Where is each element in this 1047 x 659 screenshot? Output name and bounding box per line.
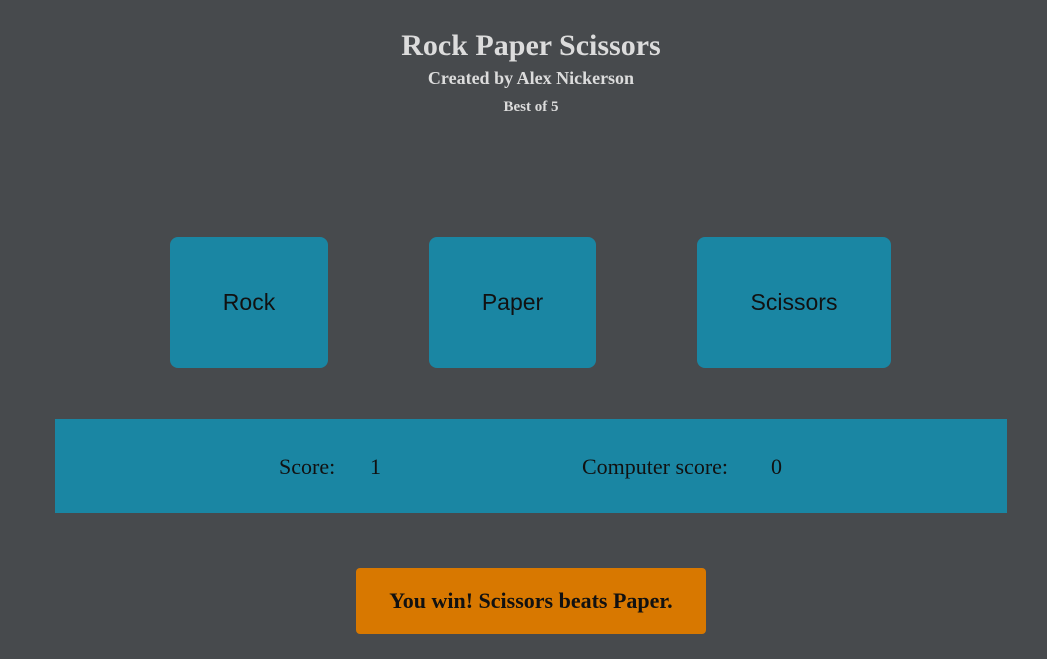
scissors-button[interactable]: Scissors bbox=[697, 237, 891, 368]
paper-button[interactable]: Paper bbox=[429, 237, 596, 368]
round-result-banner: You win! Scissors beats Paper. bbox=[356, 568, 706, 634]
round-result-message: You win! Scissors beats Paper. bbox=[389, 588, 673, 613]
paper-button-label: Paper bbox=[481, 289, 544, 315]
computer-score-label: Computer score: bbox=[582, 454, 729, 479]
rock-button[interactable]: Rock bbox=[170, 237, 328, 368]
rock-button-label: Rock bbox=[222, 289, 276, 315]
player-score-value: 1 bbox=[370, 454, 381, 479]
computer-score-value: 0 bbox=[771, 454, 782, 479]
game-mode-label: Best of 5 bbox=[503, 99, 559, 115]
scoreboard: Score: 1 Computer score: 0 bbox=[55, 419, 1007, 513]
player-score-label: Score: bbox=[279, 454, 336, 479]
scissors-button-label: Scissors bbox=[750, 289, 838, 315]
page-title: Rock Paper Scissors bbox=[401, 29, 661, 62]
author-credit: Created by Alex Nickerson bbox=[427, 68, 635, 88]
